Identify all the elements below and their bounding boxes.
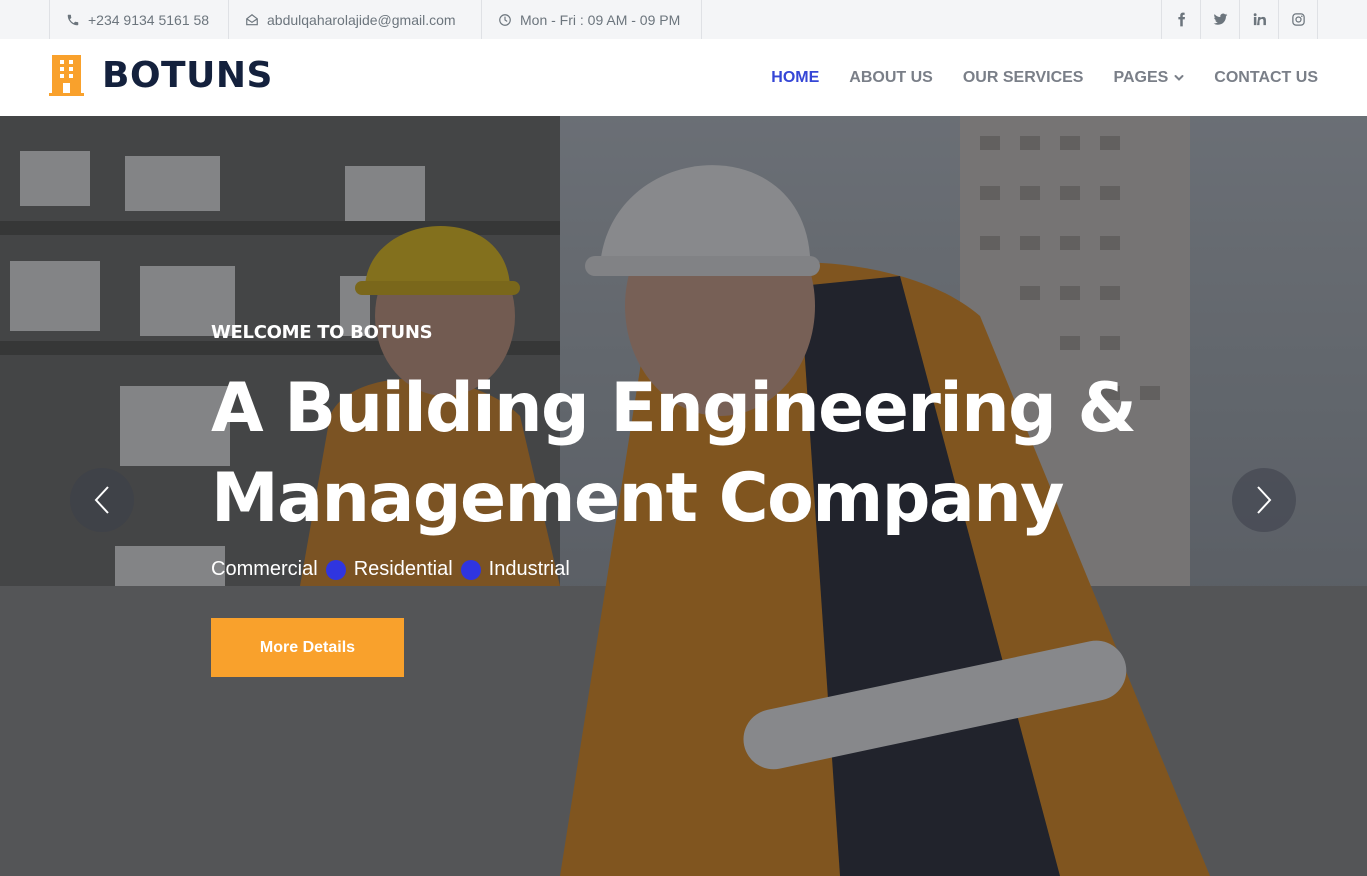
tag-dot (460, 559, 481, 580)
clock-icon (499, 13, 511, 26)
contact-email[interactable]: abdulqaharolajide@gmail.com (229, 0, 482, 39)
chevron-left-icon (94, 486, 109, 514)
email-text: abdulqaharolajide@gmail.com (267, 11, 456, 28)
tag-commercial: Commercial (211, 558, 318, 580)
tag-dot (325, 559, 346, 580)
social-links (1161, 0, 1318, 39)
chevron-down-icon (1174, 74, 1184, 81)
phone-text: +234 9134 5161 58 (88, 11, 210, 28)
top-bar: +234 9134 5161 58 abdulqaharolajide@gmai… (0, 0, 1367, 39)
nav-pages-dropdown[interactable]: PAGES (1113, 69, 1184, 87)
navbar: BOTUNS HOME ABOUT US OUR SERVICES PAGES … (0, 39, 1367, 116)
nav-contact-us[interactable]: CONTACT US (1214, 69, 1318, 87)
hours-text: Mon - Fri : 09 AM - 09 PM (520, 11, 681, 28)
brand-name: BOTUNS (102, 55, 273, 96)
nav-about-us[interactable]: ABOUT US (849, 69, 933, 87)
more-details-button[interactable]: More Details (211, 618, 404, 677)
hero-eyebrow: WELCOME TO BOTUNS (211, 322, 433, 343)
nav-home[interactable]: HOME (771, 69, 819, 87)
hero-tags: Commercial Residential Industrial (211, 558, 570, 581)
twitter-link[interactable] (1201, 0, 1240, 39)
facebook-link[interactable] (1162, 0, 1201, 39)
phone-icon (67, 14, 79, 25)
carousel-prev-button[interactable] (70, 468, 134, 532)
envelope-open-icon (246, 13, 258, 25)
main-nav: HOME ABOUT US OUR SERVICES PAGES CONTACT… (771, 39, 1318, 116)
chevron-right-icon (1257, 486, 1272, 514)
hero-title: A Building Engineering & Management Comp… (211, 369, 1137, 538)
instagram-link[interactable] (1279, 0, 1318, 39)
facebook-icon (1177, 12, 1185, 27)
tag-residential: Residential (353, 558, 453, 580)
twitter-icon (1213, 13, 1227, 25)
brand-logo[interactable]: BOTUNS (49, 55, 273, 96)
carousel-next-button[interactable] (1232, 468, 1296, 532)
nav-our-services[interactable]: OUR SERVICES (963, 69, 1084, 87)
tag-industrial: Industrial (488, 558, 570, 580)
linkedin-icon (1253, 13, 1266, 26)
linkedin-link[interactable] (1240, 0, 1279, 39)
contact-phone[interactable]: +234 9134 5161 58 (49, 0, 229, 39)
business-hours: Mon - Fri : 09 AM - 09 PM (482, 0, 702, 39)
hero-carousel: WELCOME TO BOTUNS A Building Engineering… (0, 116, 1367, 876)
building-icon (49, 55, 84, 96)
instagram-icon (1291, 13, 1305, 26)
nav-pages-label: PAGES (1113, 68, 1169, 86)
